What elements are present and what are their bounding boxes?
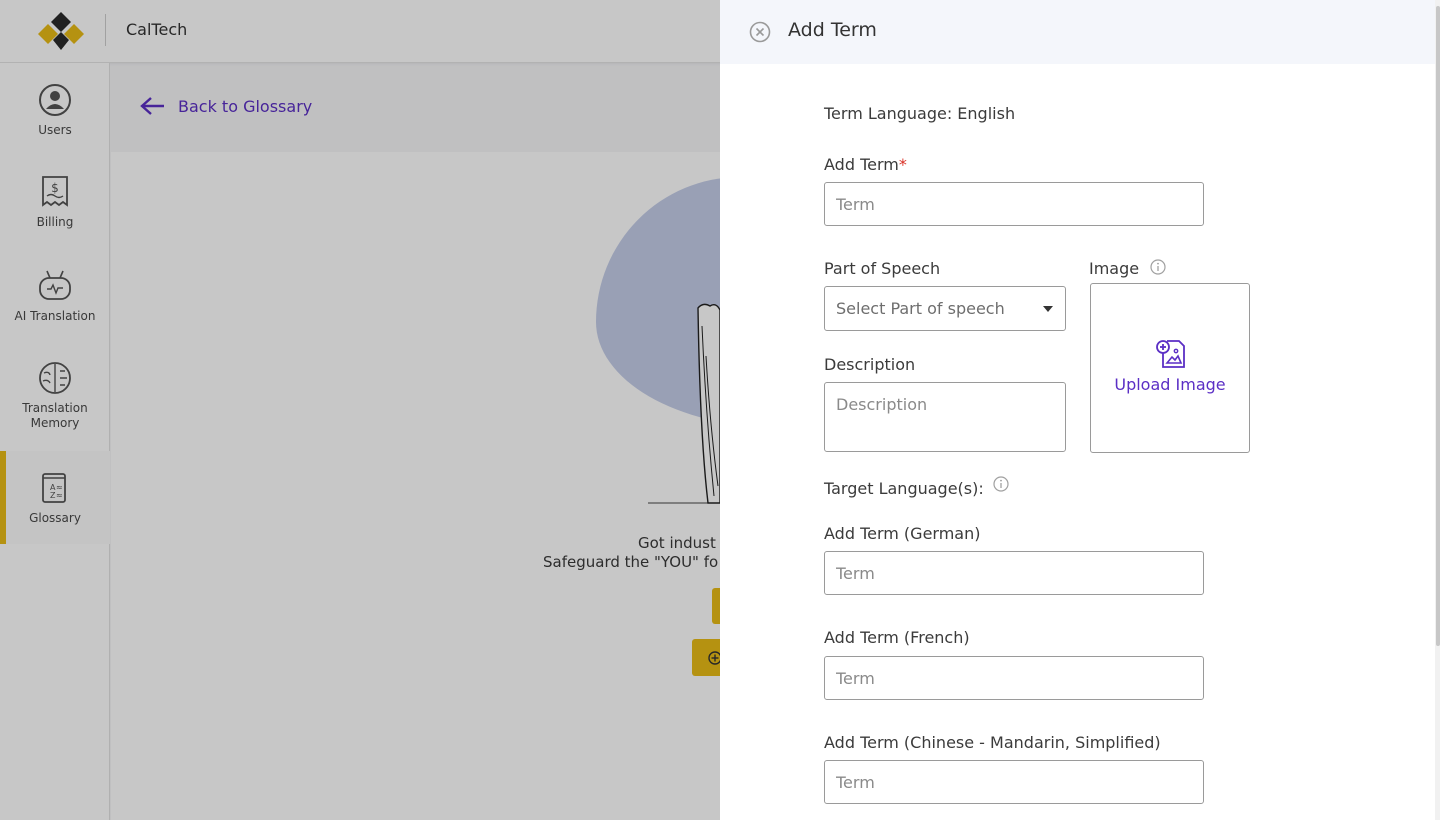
- target-term-input-german[interactable]: [824, 551, 1204, 595]
- description-textarea[interactable]: [824, 382, 1066, 452]
- info-icon[interactable]: [1150, 259, 1166, 275]
- description-label: Description: [824, 355, 916, 374]
- target-languages-label: Target Language(s):: [824, 479, 984, 498]
- add-term-drawer: Add Term Term Language: English Add Term…: [720, 0, 1435, 820]
- part-of-speech-label: Part of Speech: [824, 259, 941, 278]
- target-term-label-chinese: Add Term (Chinese - Mandarin, Simplified…: [824, 733, 1161, 752]
- drawer-scrollbar-thumb[interactable]: [1436, 6, 1440, 646]
- target-term-input-french[interactable]: [824, 656, 1204, 700]
- term-input[interactable]: [824, 182, 1204, 226]
- modal-backdrop[interactable]: [0, 0, 720, 820]
- term-language-label: Term Language: English: [824, 104, 1016, 123]
- upload-image-button[interactable]: Upload Image: [1090, 283, 1250, 453]
- add-term-label: Add Term*: [824, 155, 907, 174]
- image-upload-icon: [1156, 340, 1185, 368]
- upload-image-label: Upload Image: [1114, 375, 1226, 394]
- target-term-label-german: Add Term (German): [824, 524, 981, 543]
- drawer-title: Add Term: [788, 19, 877, 41]
- part-of-speech-placeholder: Select Part of speech: [836, 299, 1005, 318]
- target-term-label-french: Add Term (French): [824, 628, 970, 647]
- drawer-header: Add Term: [720, 0, 1435, 64]
- chevron-down-icon: [1043, 306, 1053, 312]
- image-label: Image: [1089, 259, 1140, 278]
- close-icon[interactable]: [749, 21, 771, 43]
- target-term-input-chinese[interactable]: [824, 760, 1204, 804]
- info-icon[interactable]: [993, 476, 1009, 492]
- part-of-speech-select[interactable]: Select Part of speech: [824, 286, 1066, 331]
- required-asterisk: *: [898, 155, 907, 174]
